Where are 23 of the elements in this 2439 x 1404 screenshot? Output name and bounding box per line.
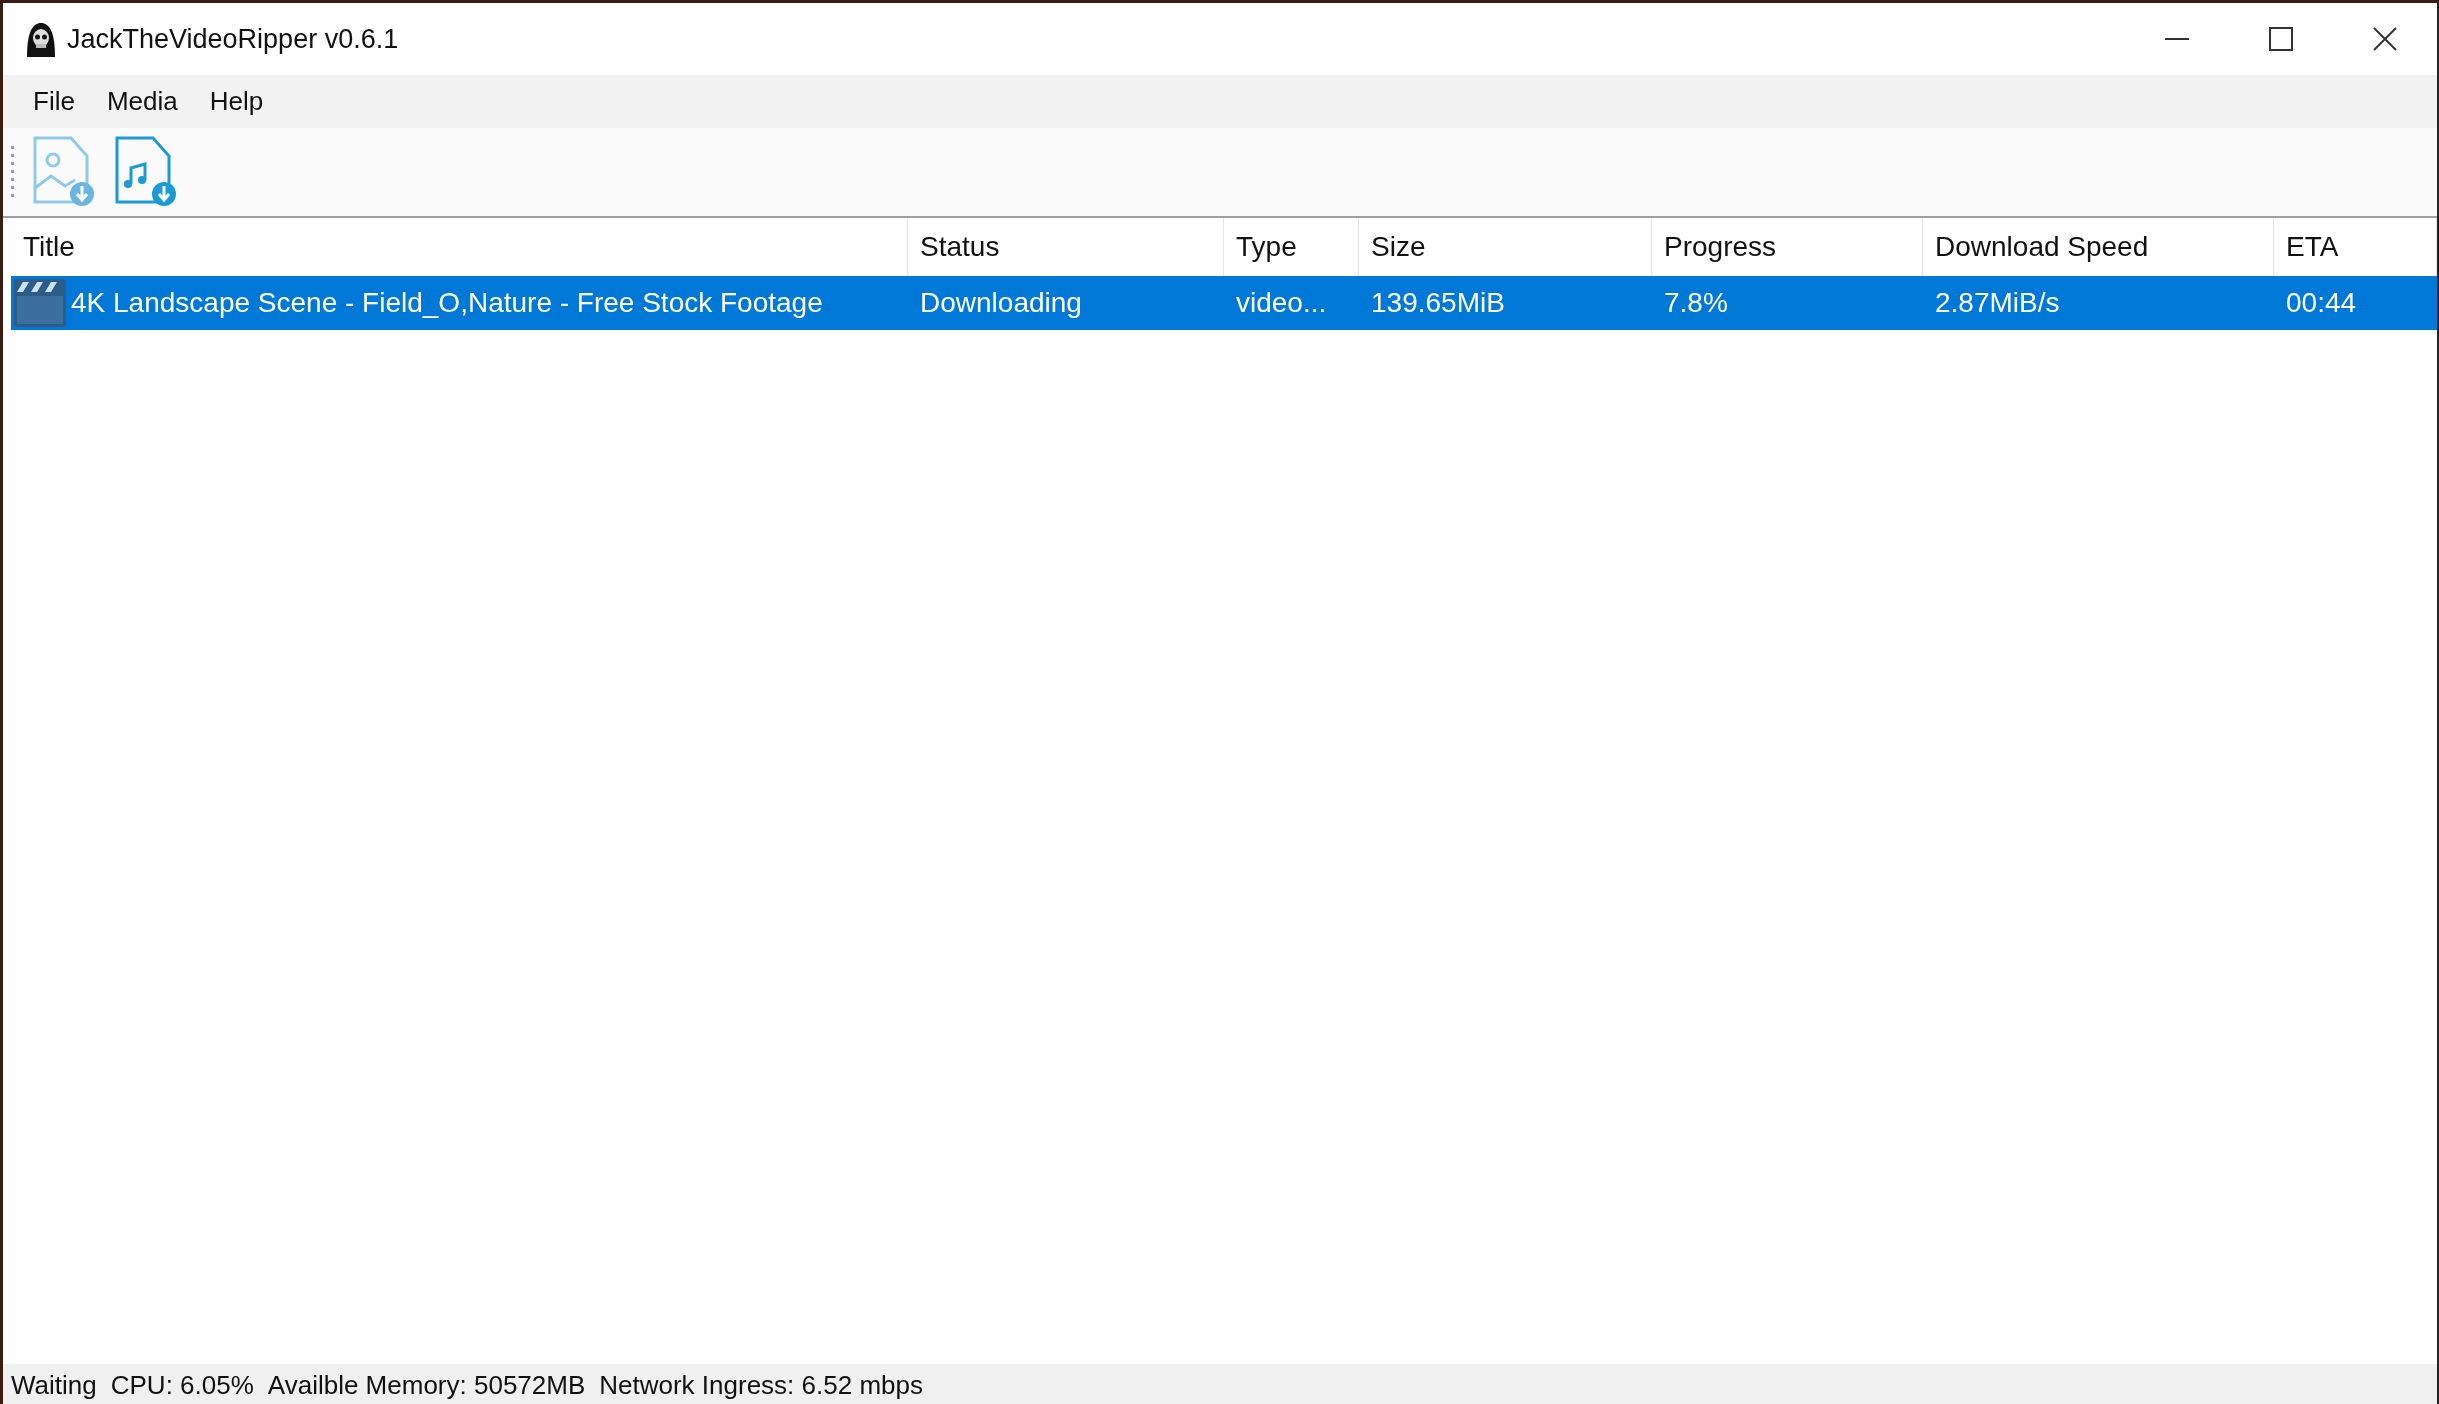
status-text: Availble Memory: 50572MB bbox=[267, 1369, 586, 1402]
status-text: Network Ingress: 6.52 mbps bbox=[599, 1369, 923, 1402]
toolbar-grip-icon bbox=[11, 144, 15, 200]
table-cell-text: Downloading bbox=[920, 286, 1082, 320]
table-cell-text: 2.87MiB/s bbox=[1935, 286, 2060, 320]
menu-item[interactable]: File bbox=[17, 79, 91, 124]
table-cell-text: 00:44 bbox=[2286, 286, 2357, 320]
table-cell-text: video... bbox=[1236, 286, 1327, 320]
maximize-icon bbox=[2269, 27, 2293, 51]
status-text: Waiting bbox=[11, 1369, 97, 1402]
menu-item[interactable]: Help bbox=[193, 79, 280, 124]
table-cell-text: 7.8% bbox=[1664, 286, 1728, 320]
video-clapper-icon bbox=[13, 278, 67, 328]
menu-item[interactable]: Media bbox=[90, 79, 194, 124]
status-text: CPU: 6.05% bbox=[110, 1369, 254, 1402]
window-title: JackTheVideoRipper v0.6.1 bbox=[67, 22, 399, 56]
close-icon bbox=[2373, 27, 2397, 51]
table-cell-text: 139.65MiB bbox=[1371, 286, 1505, 320]
table-cell-text: 4K Landscape Scene - Field_O,Nature - Free Stock Footage bbox=[71, 286, 823, 320]
download-row[interactable]: 4K Landscape Scene - Field_O,Nature - Free Stock Footage Downloading video... 139.65MiB 7.8% 2.87MiB/s 00:44 bbox=[11, 276, 2437, 330]
music-download-icon bbox=[113, 136, 177, 208]
minimize-icon bbox=[2165, 38, 2189, 40]
image-download-icon bbox=[31, 136, 95, 208]
